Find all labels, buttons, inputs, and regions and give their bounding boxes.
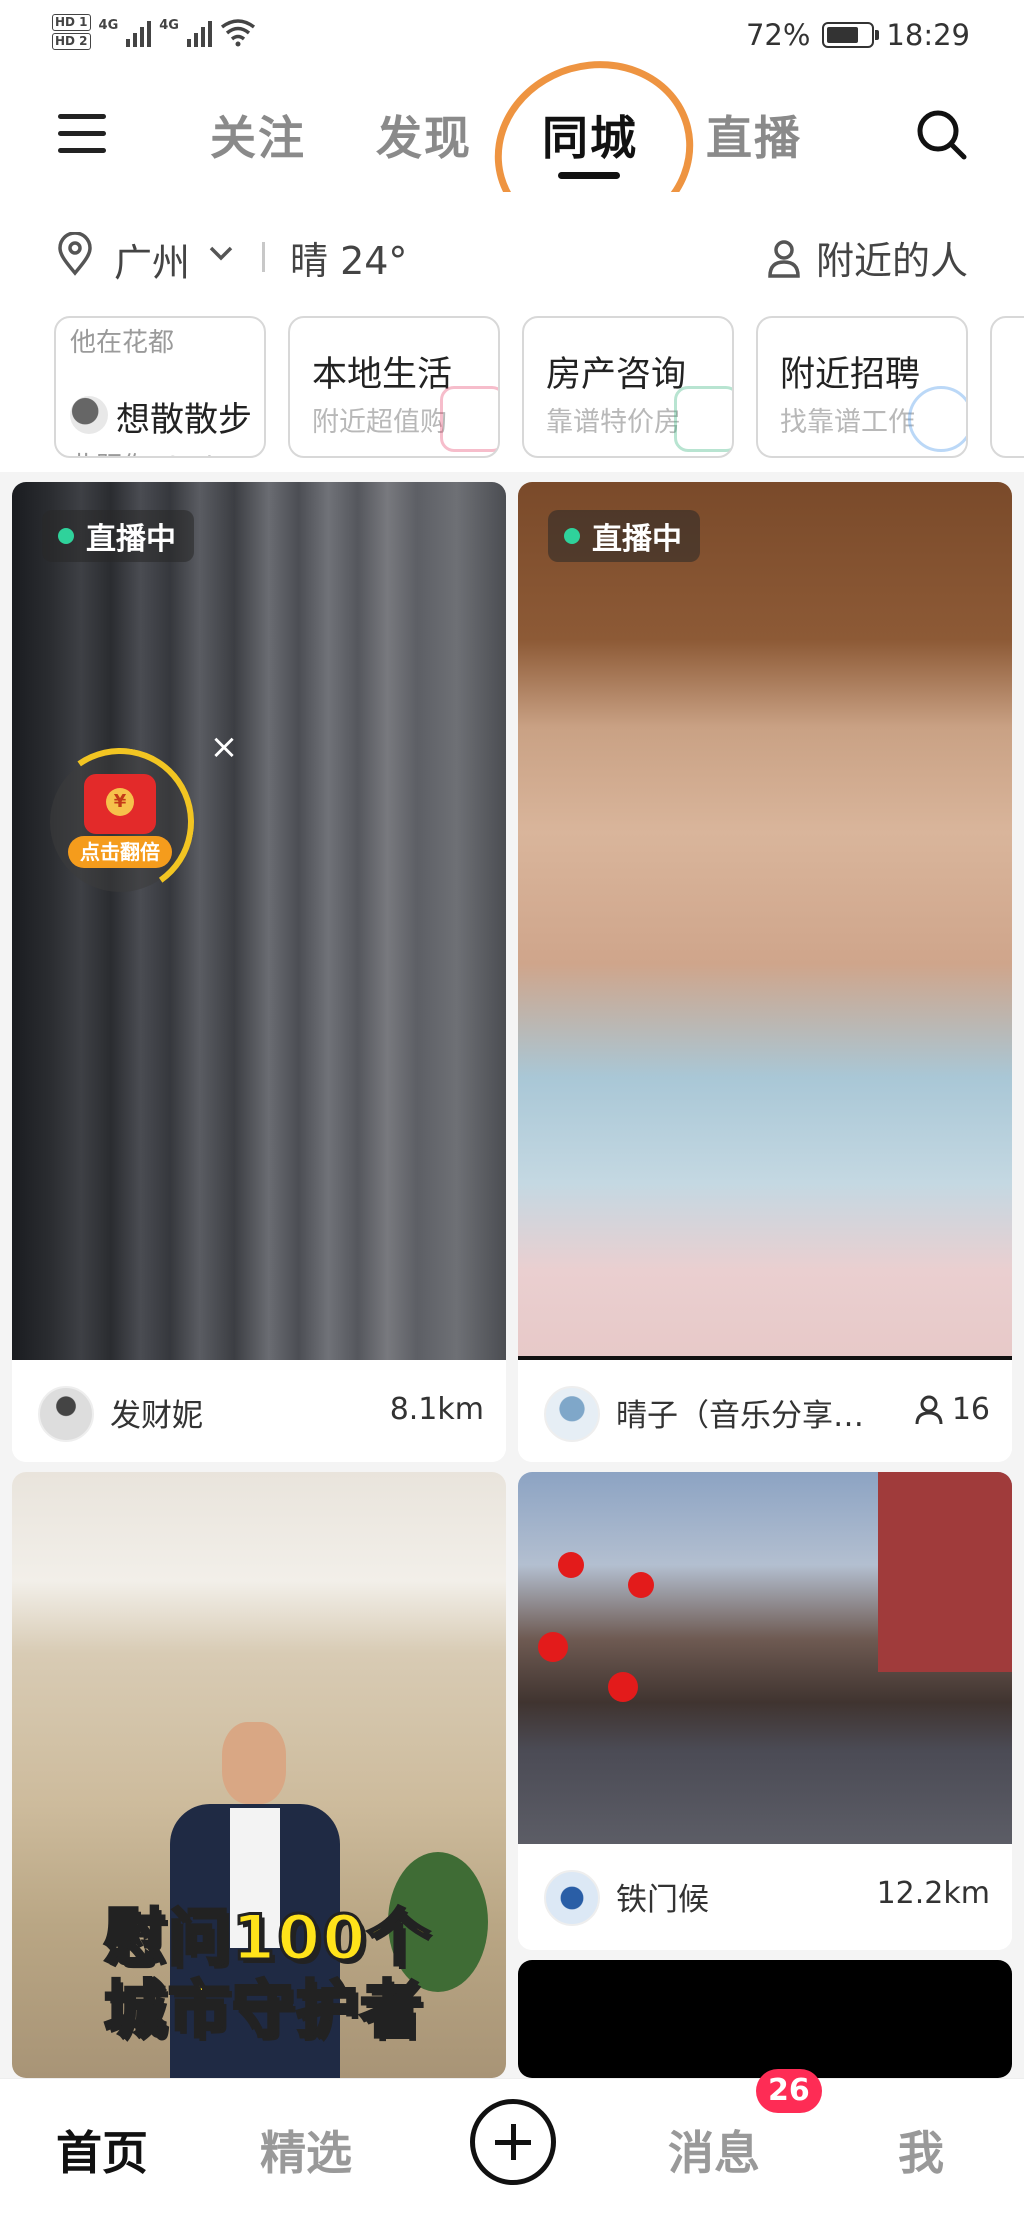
top-nav: 关注 发现 同城 直播 [0, 72, 1024, 192]
category-small-title: 他在花都 [70, 328, 175, 358]
live-label: 直播中 [592, 522, 682, 557]
tab-featured[interactable]: 精选 [260, 2117, 352, 2183]
live-badge: 直播中 [548, 510, 700, 562]
category-title: 本地生活 [312, 355, 453, 395]
category-subtitle: 靠谱特价房 [546, 407, 681, 438]
location-pin-icon [58, 232, 92, 276]
chevron-down-icon[interactable] [206, 238, 236, 268]
viewer-count-value: 16 [951, 1392, 990, 1427]
distance: 12.2km [876, 1876, 990, 1911]
create-plus-button[interactable] [470, 2099, 556, 2185]
signal-1-icon [126, 17, 152, 47]
lantern [608, 1672, 638, 1702]
category-card-nearby-user[interactable]: 他在花都 想散散步 此距你18.5k [54, 316, 266, 458]
recruit-icon [908, 386, 966, 452]
category-card-local-life[interactable]: 本地生活 附近超值购 [288, 316, 500, 458]
username[interactable]: 发财妮 [110, 1390, 203, 1435]
building [878, 1472, 1012, 1672]
card-footer: 铁门候 12.2km [518, 1844, 1012, 1950]
viewer-count: 16 [914, 1392, 990, 1427]
hd1-indicator: HD 1 [52, 14, 91, 31]
live-label: 直播中 [86, 522, 176, 557]
bottom-tab-bar: 首页 精选 消息 26 我 [0, 2069, 1024, 2219]
battery-percent: 72% [745, 18, 811, 52]
city-selector[interactable]: 广州 [114, 232, 190, 287]
distance: 8.1km [389, 1392, 484, 1427]
category-subtitle: 找靠谱工作 [780, 407, 915, 438]
tab-discover[interactable]: 发现 [376, 102, 472, 168]
red-packet-button[interactable]: ¥ 点击翻倍 [34, 736, 206, 908]
signal-2-icon [186, 17, 212, 47]
clock: 18:29 [886, 18, 970, 52]
card-footer: 发财妮 8.1km [12, 1360, 506, 1462]
live-stream-thumbnail [12, 482, 506, 1360]
coupon-icon [440, 386, 498, 452]
house-icon [674, 386, 732, 452]
battery-icon [822, 22, 880, 48]
lantern [628, 1572, 654, 1598]
live-dot-icon [564, 528, 580, 544]
tab-messages[interactable]: 消息 [668, 2117, 760, 2183]
divider [262, 242, 265, 272]
feed-card-partial[interactable] [518, 1960, 1012, 2078]
search-icon[interactable] [914, 107, 970, 163]
feed-card-live-2[interactable]: 直播中 晴子（音乐分享… 16 [518, 482, 1012, 1462]
weather-text: 晴 24° [290, 239, 408, 283]
feed-card-video-3[interactable]: 慰问100个 城市守护者 [12, 1472, 506, 2078]
wifi-icon [220, 19, 256, 47]
card-footer: 晴子（音乐分享… 16 [518, 1360, 1012, 1462]
category-card-partial[interactable] [990, 316, 1024, 458]
lantern [558, 1552, 584, 1578]
category-subtitle: 附近超值购 [312, 407, 447, 438]
lantern [538, 1632, 568, 1662]
red-packet-label: 点击翻倍 [68, 836, 172, 868]
menu-icon[interactable] [58, 114, 106, 154]
category-title: 附近招聘 [780, 355, 921, 395]
tab-local[interactable]: 同城 [542, 102, 638, 168]
category-distance: 此距你18.5k [70, 446, 221, 456]
caption-line-1: 慰问100个 [102, 1900, 432, 1975]
network-type-2: 4G [159, 18, 179, 33]
avatar [70, 396, 108, 434]
tab-live[interactable]: 直播 [706, 102, 802, 168]
category-card-jobs[interactable]: 附近招聘 找靠谱工作 [756, 316, 968, 458]
live-stream-thumbnail [518, 482, 1012, 1358]
category-title: 房产咨询 [546, 355, 687, 395]
nearby-people-button[interactable]: 附近的人 [766, 230, 968, 285]
tab-me[interactable]: 我 [898, 2117, 944, 2183]
status-bar: HD 1 HD 2 4G 4G 72% 18:29 [0, 0, 1024, 72]
avatar[interactable] [38, 1386, 94, 1442]
tab-home[interactable]: 首页 [56, 2117, 148, 2183]
person-icon [768, 239, 800, 278]
category-user-name: 想散散步 [116, 400, 252, 440]
tab-following[interactable]: 关注 [210, 102, 306, 168]
status-left: HD 1 HD 2 4G 4G [52, 14, 256, 50]
status-right: 72% 18:29 [746, 18, 970, 52]
viewer-icon [915, 1395, 943, 1424]
category-card-real-estate[interactable]: 房产咨询 靠谱特价房 [522, 316, 734, 458]
messages-badge: 26 [756, 2069, 822, 2113]
battery-fill [827, 27, 858, 43]
location-bar: 广州 晴 24° 附近的人 [0, 192, 1024, 312]
live-badge: 直播中 [42, 510, 194, 562]
network-type-1: 4G [98, 18, 119, 33]
live-dot-icon [58, 528, 74, 544]
active-tab-indicator [558, 172, 620, 179]
avatar[interactable] [544, 1870, 600, 1926]
feed-card-live-1[interactable]: 直播中 ¥ 点击翻倍 × 发财妮 8.1km [12, 482, 506, 1462]
coin-icon: ¥ [106, 788, 134, 816]
username[interactable]: 铁门候 [616, 1874, 709, 1919]
avatar[interactable] [544, 1386, 600, 1442]
caption-line-2: 城市守护者 [102, 1972, 425, 2047]
close-icon[interactable]: × [208, 730, 240, 764]
username[interactable]: 晴子（音乐分享… [616, 1390, 864, 1435]
feed-card-video-4[interactable]: 铁门候 12.2km [518, 1472, 1012, 1950]
video-caption: 慰问100个 城市守护者 [102, 1900, 432, 2047]
nearby-people-label: 附近的人 [815, 239, 968, 283]
hd2-indicator: HD 2 [52, 33, 91, 50]
category-row: 他在花都 想散散步 此距你18.5k 本地生活 附近超值购 房产咨询 靠谱特价房… [0, 312, 1024, 472]
